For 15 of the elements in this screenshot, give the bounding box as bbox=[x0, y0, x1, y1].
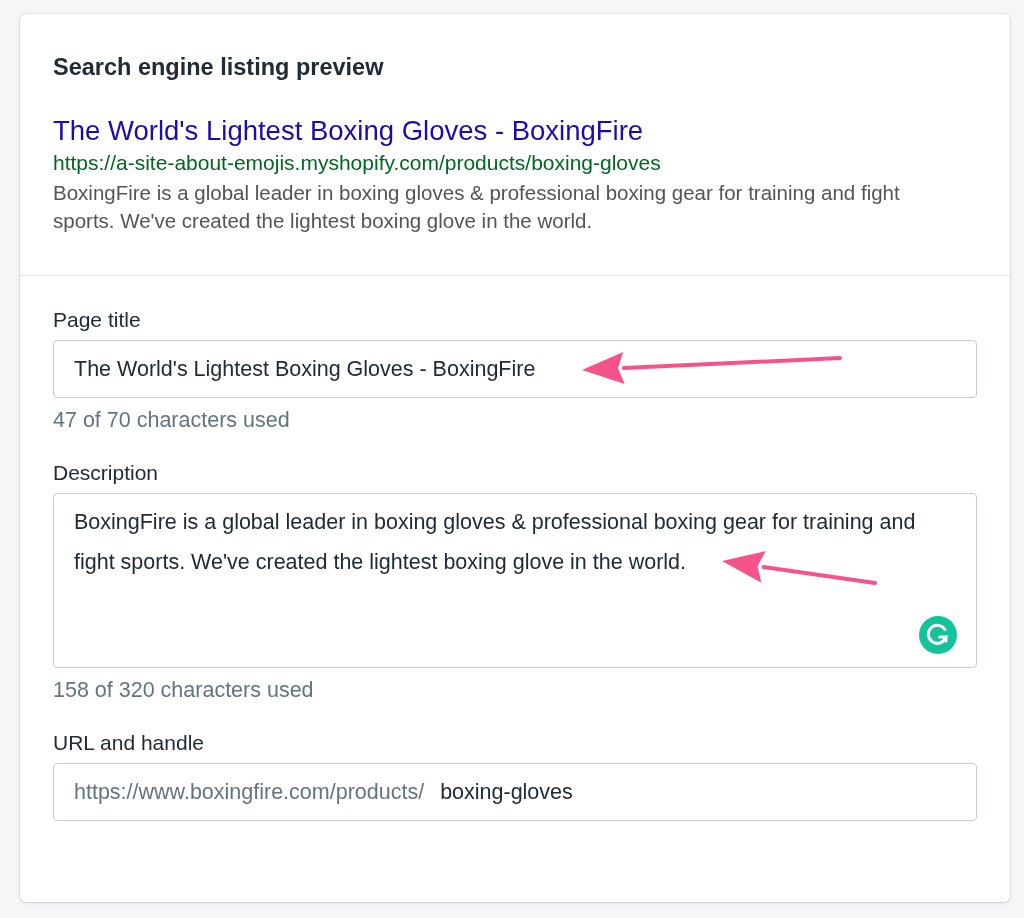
listing-description: BoxingFire is a global leader in boxing gloves & professional boxing gear for training and fight sports. We've created the lightest boxing glove in the world. bbox=[53, 180, 901, 234]
field-label: URL and handle bbox=[53, 731, 204, 755]
field-label: Description bbox=[53, 461, 159, 485]
character-count: 47 of 70 characters used bbox=[53, 408, 290, 433]
listing-title-link[interactable]: The World's Lightest Boxing Gloves - BoxingFire bbox=[53, 115, 644, 147]
description-field[interactable]: BoxingFire is a global leader in boxing gloves & professional boxing gear for training and fight sports. We've created the lightest boxing glove in the world. bbox=[53, 493, 977, 668]
url-field[interactable]: https://www.boxingfire.com/products/ boxing-gloves bbox=[53, 763, 977, 821]
page-title-field[interactable]: The World's Lightest Boxing Gloves - BoxingFire bbox=[53, 340, 977, 398]
handle-input[interactable]: boxing-gloves bbox=[440, 779, 956, 805]
card-title: Search engine listing preview bbox=[53, 54, 385, 81]
url-prefix: https://www.boxingfire.com/products/ bbox=[74, 779, 425, 805]
grammar-check-icon[interactable] bbox=[919, 616, 957, 654]
field-label: Page title bbox=[53, 308, 141, 332]
character-count: 158 of 320 characters used bbox=[53, 678, 314, 703]
listing-url: https://a-site-about-emojis.myshopify.com/products/boxing-gloves bbox=[53, 151, 662, 175]
